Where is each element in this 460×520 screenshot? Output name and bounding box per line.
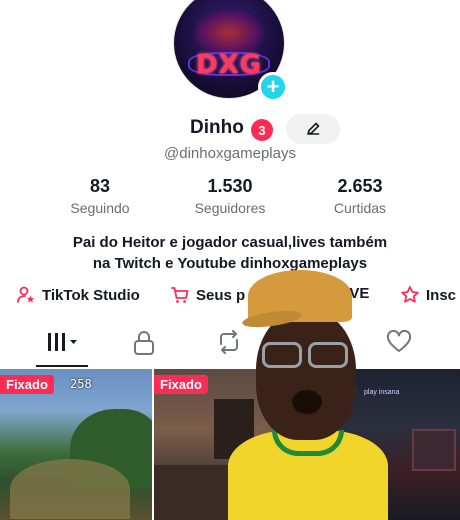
thumbnail-scenery [412,429,456,471]
stat-value: 1.530 [207,176,253,196]
pinned-badge: Fixado [154,375,208,394]
name-row: Dinho 3 [0,114,460,144]
edit-profile-button[interactable] [286,114,340,144]
video-thumbnail[interactable]: 258 Fixado [0,369,152,520]
stat-label: Seguidores [194,200,266,216]
tiktok-studio-link[interactable]: TikTok Studio [16,285,140,305]
facecam-glasses [308,342,348,368]
tab-private[interactable] [132,330,156,356]
thumbnail-scenery [10,459,130,519]
subscription-link[interactable]: Insc [400,285,456,305]
facecam-mouth [292,390,322,414]
notification-badge[interactable]: 3 [251,119,273,141]
profile-avatar[interactable]: DXG + [174,0,288,102]
profile-stats: 83 Seguindo 1.530 Seguidores 2.653 Curti… [40,176,420,220]
pinned-badge: Fixado [0,375,54,394]
stat-followers[interactable]: 1.530 Seguidores [170,176,290,220]
stat-value: 83 [89,176,111,196]
link-label: TikTok Studio [42,286,140,304]
link-label: Insc [426,286,457,304]
stat-following[interactable]: 83 Seguindo [40,176,160,220]
stat-label: Curtidas [333,200,387,216]
username: @dinhoxgameplays [164,145,296,162]
stat-likes[interactable]: 2.653 Curtidas [300,176,420,220]
tab-liked[interactable] [386,330,412,354]
heart-icon [386,330,412,352]
user-star-icon [17,286,35,303]
bio-line: Pai do Heitor e jogador casual,lives tam… [72,234,388,251]
facecam-overlay [228,270,388,520]
lock-icon [134,331,154,355]
facecam-face [256,310,356,440]
stat-value: 2.653 [337,176,383,196]
facecam-glasses [262,342,302,368]
tab-selected-indicator [36,365,88,367]
grid-icon [48,333,77,351]
tab-videos[interactable] [44,330,80,354]
display-name: Dinho [190,117,244,138]
cart-icon [171,287,189,303]
subscription-icon [401,286,419,303]
profile-bio[interactable]: Pai do Heitor e jogador casual,lives tam… [0,232,460,274]
game-hud-text: 258 [70,377,92,391]
stat-label: Seguindo [70,200,130,216]
pencil-icon [307,122,320,135]
add-avatar-button[interactable]: + [258,72,288,102]
